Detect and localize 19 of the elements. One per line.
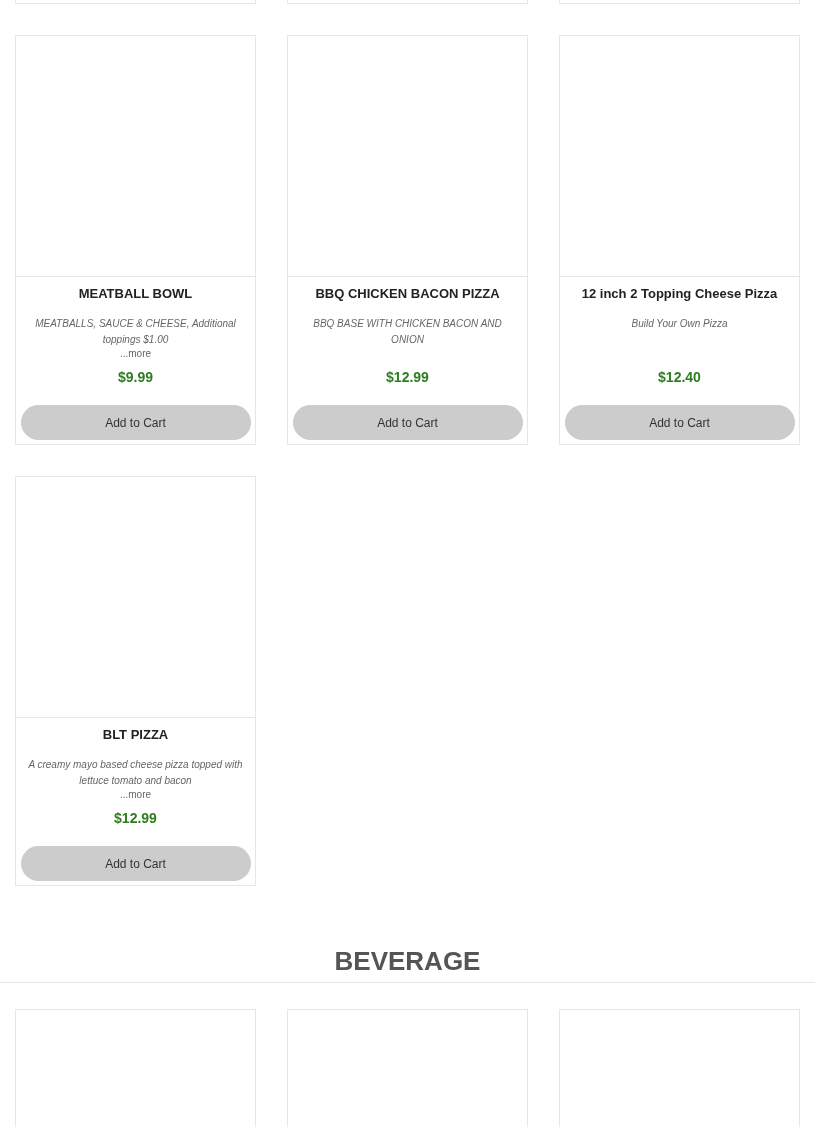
add-to-cart-button[interactable]: Add to Cart: [20, 846, 251, 881]
product-name: BBQ CHICKEN BACON PIZZA: [315, 286, 500, 302]
add-to-cart-button[interactable]: Add to Cart: [564, 405, 795, 440]
product-name: MEATBALL BOWL: [78, 286, 193, 302]
product-price: $9.99: [117, 368, 153, 386]
section-heading: BEVERAGE: [334, 945, 481, 978]
product-description: A creamy mayo based cheese pizza topped with lettuce tomato and bacon: [27, 758, 244, 788]
product-description: MEATBALLS, SAUCE & CHEESE, Additional toppings $1.00: [34, 317, 237, 347]
product-price: $12.40: [658, 368, 701, 386]
product-name: 12 inch 2 Topping Cheese Pizza: [581, 286, 778, 302]
product-description: BBQ BASE WITH CHICKEN BACON AND ONION: [312, 317, 503, 347]
product-name: BLT PIZZA: [102, 727, 169, 743]
product-description: Build Your Own Pizza: [630, 317, 729, 331]
add-to-cart-button[interactable]: Add to Cart: [292, 405, 523, 440]
add-to-cart-button[interactable]: Add to Cart: [20, 405, 251, 440]
more-link[interactable]: ...more: [119, 348, 152, 360]
product-price: $12.99: [386, 368, 429, 386]
product-price: $12.99: [114, 809, 157, 827]
more-link[interactable]: ...more: [119, 789, 152, 801]
